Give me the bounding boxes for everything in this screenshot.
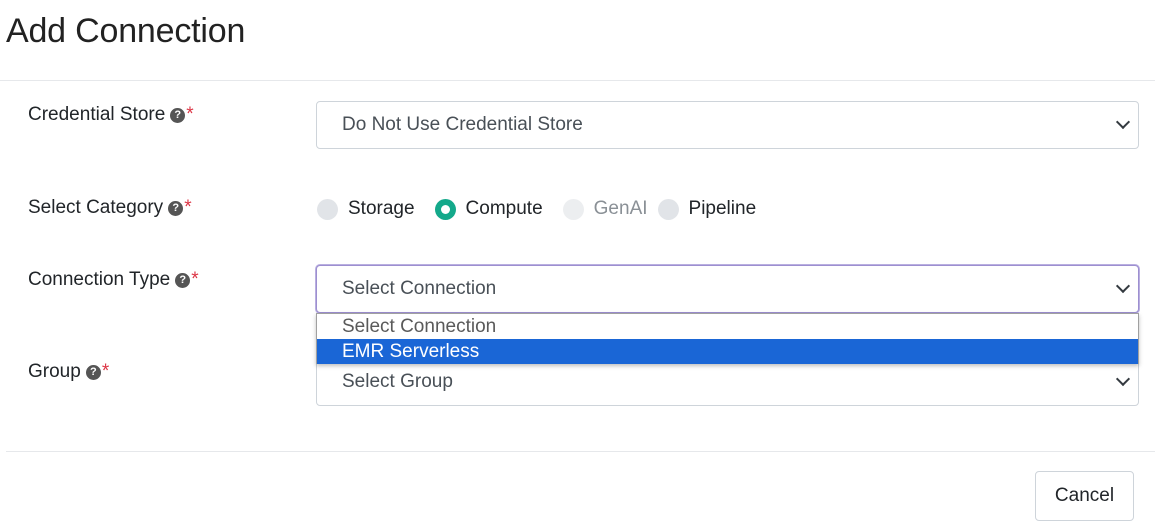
radio-label-genai: GenAI	[593, 198, 648, 219]
connection-type-dropdown-list: Select Connection EMR Serverless	[316, 313, 1139, 364]
chevron-down-icon	[1115, 371, 1131, 387]
radio-button-pipeline[interactable]	[657, 198, 679, 220]
connection-type-select[interactable]: Select Connection	[316, 265, 1139, 313]
group-select[interactable]: Select Group	[316, 358, 1139, 406]
chevron-down-icon	[1115, 114, 1131, 130]
radio-label-pipeline: Pipeline	[688, 198, 757, 219]
required-marker: *	[101, 361, 110, 382]
connection-type-value: Select Connection	[342, 278, 497, 299]
question-circle-icon[interactable]: ?	[85, 364, 101, 380]
connection-type-label: Connection Type	[28, 269, 171, 290]
category-label-row: Select Category ? *	[28, 197, 192, 219]
radio-pipeline[interactable]: Pipeline	[657, 198, 757, 220]
question-circle-icon[interactable]: ?	[170, 107, 186, 123]
category-radio-group: Storage Compute GenAI Pipeline	[317, 196, 776, 222]
question-circle-icon[interactable]: ?	[175, 272, 191, 288]
cancel-button[interactable]: Cancel	[1035, 471, 1134, 521]
required-marker: *	[191, 269, 199, 290]
chevron-down-icon	[1115, 278, 1131, 294]
radio-button-compute[interactable]	[434, 198, 456, 220]
credential-store-select[interactable]: Do Not Use Credential Store	[316, 101, 1139, 149]
credential-store-value: Do Not Use Credential Store	[342, 114, 583, 135]
radio-label-storage: Storage	[348, 198, 415, 219]
radio-genai: GenAI	[562, 198, 648, 220]
credential-store-label: Credential Store	[28, 104, 166, 125]
group-value: Select Group	[342, 371, 453, 392]
question-circle-icon[interactable]: ?	[168, 200, 184, 216]
footer-divider	[6, 451, 1155, 452]
radio-storage[interactable]: Storage	[317, 198, 415, 220]
radio-label-compute: Compute	[465, 198, 543, 219]
credential-store-label-row: Credential Store ? *	[28, 104, 194, 126]
required-marker: *	[184, 197, 192, 218]
radio-button-genai	[562, 198, 584, 220]
connection-type-label-row: Connection Type ? *	[28, 269, 199, 291]
group-label-row: Group ? *	[28, 361, 109, 383]
required-marker: *	[186, 104, 194, 125]
modal-title: Add Connection	[6, 12, 246, 50]
header-divider	[0, 80, 1155, 81]
dropdown-option-emr-serverless[interactable]: EMR Serverless	[317, 339, 1138, 364]
group-label: Group	[28, 361, 81, 382]
category-label: Select Category	[28, 197, 164, 218]
radio-button-storage[interactable]	[317, 198, 338, 220]
dropdown-option-select-connection[interactable]: Select Connection	[317, 314, 1138, 339]
radio-compute[interactable]: Compute	[434, 198, 543, 220]
